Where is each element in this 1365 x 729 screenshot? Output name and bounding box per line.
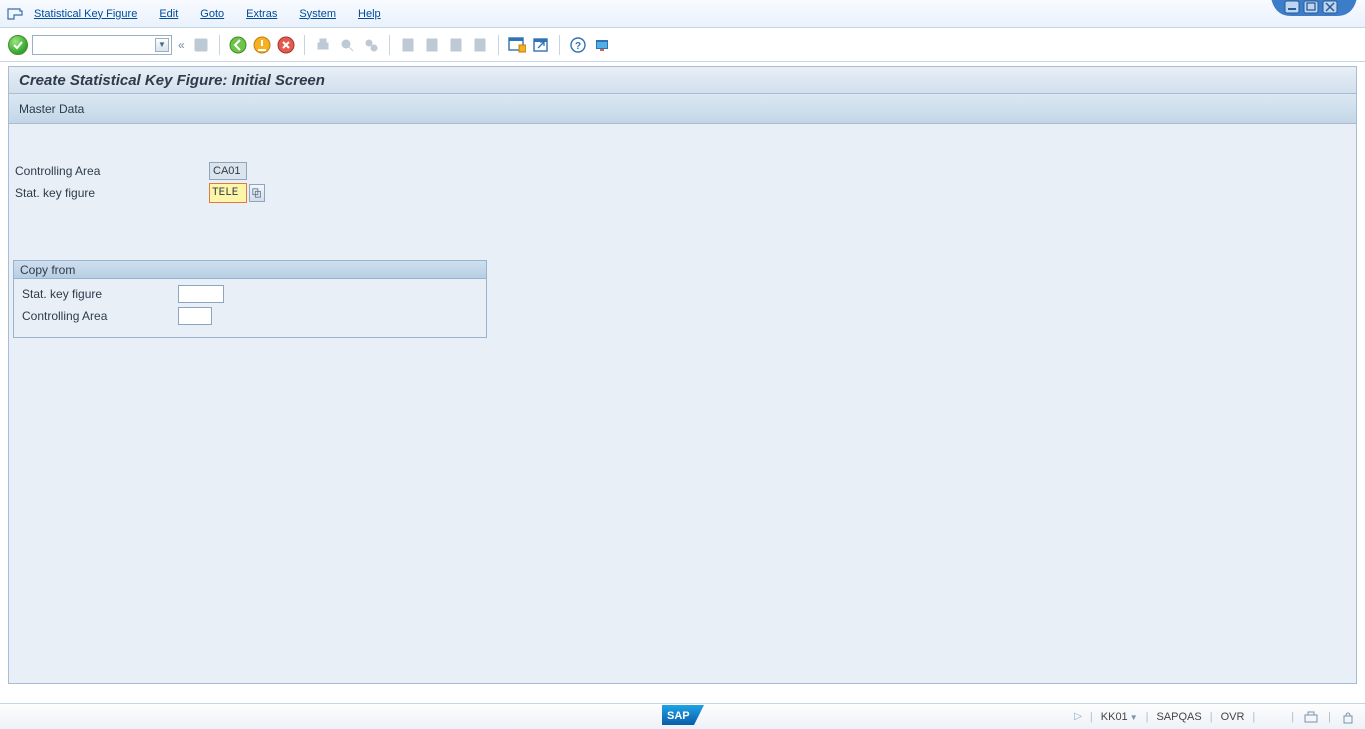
status-system: SAPQAS [1156,711,1201,723]
menu-goto[interactable]: Goto [200,8,224,20]
enter-button[interactable] [8,35,28,55]
close-icon [1323,1,1337,13]
status-lock-icon[interactable] [1339,710,1357,724]
copy-controlling-area-input[interactable] [178,307,212,325]
controlling-area-value: CA01 [209,162,247,180]
svg-text:SAP: SAP [667,710,690,722]
application-toolbar: Master Data [8,94,1357,124]
stat-key-figure-row: Stat. key figure [13,182,1352,204]
minimize-icon [1285,1,1299,13]
sap-logo: SAP [662,705,704,728]
collapse-icon[interactable]: « [176,38,187,52]
f4-help-button[interactable] [249,184,265,202]
menu-bar: Statistical Key Figure Edit Goto Extras … [0,0,1365,28]
generate-shortcut-button[interactable] [531,35,551,55]
copy-from-title: Copy from [14,261,486,279]
screen-title-bar: Create Statistical Key Figure: Initial S… [8,66,1357,94]
prev-page-button [422,35,442,55]
save-button [191,35,211,55]
status-tray-icon[interactable] [1302,710,1320,724]
menu-edit[interactable]: Edit [159,8,178,20]
help-button[interactable]: ? [568,35,588,55]
menu-extras[interactable]: Extras [246,8,277,20]
menu-system[interactable]: System [299,8,336,20]
exit-button[interactable] [252,35,272,55]
chevron-down-icon[interactable]: ▼ [155,38,169,52]
print-button [313,35,333,55]
find-button [337,35,357,55]
find-next-button [361,35,381,55]
last-page-button [470,35,490,55]
copy-controlling-area-label: Controlling Area [20,309,178,323]
command-field[interactable]: ▼ [32,35,172,55]
copy-from-group: Copy from Stat. key figure Controlling A… [13,260,487,338]
svg-text:?: ? [575,41,581,52]
cancel-button[interactable] [276,35,296,55]
new-session-button[interactable] [507,35,527,55]
standard-toolbar: ▼ « ? [0,28,1365,62]
next-page-button [446,35,466,55]
menu-help[interactable]: Help [358,8,381,20]
command-menu-icon[interactable] [6,5,24,23]
status-bar: SAP ▷ | KK01▼ | SAPQAS | OVR | | | [0,703,1365,729]
content-outer: Create Statistical Key Figure: Initial S… [0,62,1365,684]
master-data-button[interactable]: Master Data [19,102,84,116]
back-button[interactable] [228,35,248,55]
status-insert-mode: OVR [1221,711,1245,723]
controlling-area-row: Controlling Area CA01 [13,160,1352,182]
customize-layout-button[interactable] [592,35,612,55]
window-controls [1271,0,1357,20]
copy-stat-key-figure-label: Stat. key figure [20,287,178,301]
copy-stat-key-figure-input[interactable] [178,285,224,303]
controlling-area-label: Controlling Area [13,164,209,178]
maximize-icon [1304,1,1318,13]
work-area: Controlling Area CA01 Stat. key figure C… [8,124,1357,684]
status-tcode[interactable]: KK01▼ [1101,711,1138,723]
stat-key-figure-input[interactable] [209,183,247,203]
message-expand-icon[interactable]: ▷ [1074,711,1082,722]
menu-statistical-key-figure[interactable]: Statistical Key Figure [34,8,137,20]
screen-title: Create Statistical Key Figure: Initial S… [19,72,325,89]
first-page-button [398,35,418,55]
stat-key-figure-label: Stat. key figure [13,186,209,200]
